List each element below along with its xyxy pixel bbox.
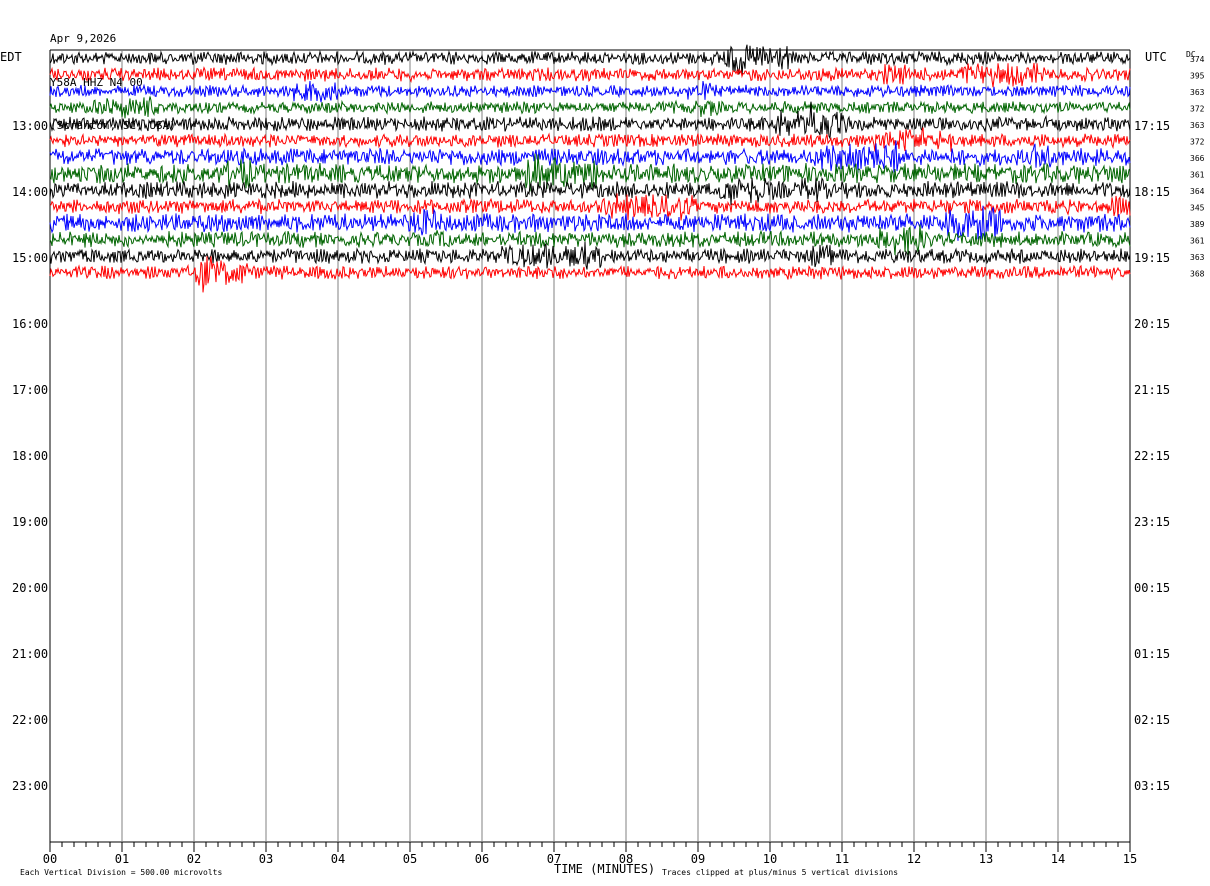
dc-offset-value: 363 [1190,88,1205,97]
left-hour-label: 15:00 [12,251,48,265]
dc-offset-value: 361 [1190,171,1205,180]
right-hour-label: 17:15 [1134,119,1170,133]
left-hour-label: 16:00 [12,317,48,331]
left-hour-label: 17:00 [12,383,48,397]
seismic-trace [49,101,1131,140]
x-tick-label: 07 [547,852,561,866]
left-hour-label: 23:00 [12,779,48,793]
x-tick-label: 15 [1123,852,1137,866]
dc-offset-value: 374 [1190,55,1205,64]
right-hour-label: 21:15 [1134,383,1170,397]
right-hour-label: 18:15 [1134,185,1170,199]
footer-scale-note: Each Vertical Division = 500.00 microvol… [20,868,222,877]
left-hour-label: 21:00 [12,647,48,661]
seismic-trace [49,193,1131,221]
right-hour-label: 23:15 [1134,515,1170,529]
right-hour-label: 22:15 [1134,449,1170,463]
x-tick-label: 04 [331,852,345,866]
right-hour-label: 00:15 [1134,581,1170,595]
x-tick-label: 13 [979,852,993,866]
seismic-trace [49,80,1131,103]
left-hour-label: 19:00 [12,515,48,529]
x-tick-label: 14 [1051,852,1065,866]
right-hour-label: 02:15 [1134,713,1170,727]
x-tick-label: 00 [43,852,57,866]
x-tick-label: 06 [475,852,489,866]
dc-offset-value: 345 [1190,204,1205,213]
footer-clip-note: Traces clipped at plus/minus 5 vertical … [662,868,898,877]
right-hour-label: 01:15 [1134,647,1170,661]
seismic-trace [49,256,1131,293]
dc-offset-value: 363 [1190,253,1205,262]
dc-offset-value: 363 [1190,121,1205,130]
dc-offset-value: 389 [1190,220,1205,229]
left-timezone-label: EDT [0,50,22,64]
left-hour-label: 18:00 [12,449,48,463]
right-hour-label: 03:15 [1134,779,1170,793]
dc-offset-value: 368 [1190,270,1205,279]
x-axis-title: TIME (MINUTES) [554,862,655,876]
right-hour-label: 20:15 [1134,317,1170,331]
dc-offset-value: 366 [1190,154,1205,163]
right-timezone-label: UTC [1145,50,1167,64]
left-hour-label: 14:00 [12,185,48,199]
dc-offset-value: 372 [1190,105,1205,114]
dc-offset-value: 372 [1190,138,1205,147]
x-tick-label: 01 [115,852,129,866]
x-tick-label: 09 [691,852,705,866]
x-tick-label: 03 [259,852,273,866]
left-hour-label: 13:00 [12,119,48,133]
x-tick-label: 02 [187,852,201,866]
seismic-trace [49,127,1131,152]
x-tick-label: 10 [763,852,777,866]
x-tick-label: 12 [907,852,921,866]
seismic-trace [49,62,1131,88]
right-hour-label: 19:15 [1134,251,1170,265]
x-tick-label: 05 [403,852,417,866]
x-tick-label: 11 [835,852,849,866]
dc-offset-value: 395 [1190,72,1205,81]
trace-group [49,44,1131,293]
seismogram-plot: EDT UTC DC TIME (MINUTES) Each Vertical … [0,44,1205,877]
seismic-trace [49,176,1131,206]
left-hour-label: 20:00 [12,581,48,595]
seismic-trace [49,96,1131,119]
dc-offset-value: 361 [1190,237,1205,246]
left-hour-label: 22:00 [12,713,48,727]
dc-offset-value: 364 [1190,187,1205,196]
x-tick-label: 08 [619,852,633,866]
